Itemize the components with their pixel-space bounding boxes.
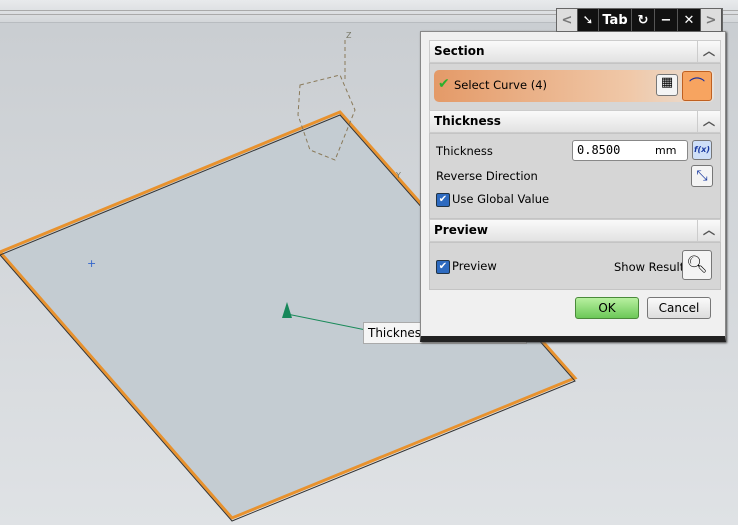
use-global-value-checkbox[interactable]: ✔ Use Global Value [436, 192, 549, 207]
section-title: Section [434, 44, 485, 58]
fx-icon: f(x) [694, 145, 710, 154]
reverse-direction-label: Reverse Direction [436, 169, 538, 183]
preview-label: Preview [452, 259, 497, 273]
use-global-value-label: Use Global Value [452, 192, 550, 206]
thicken-dialog: Section ︿ ✔ Select Curve (4) ▦ ⌒ Thicknes… [420, 31, 726, 342]
preview-title: Preview [434, 223, 489, 237]
chevron-left-icon[interactable]: < [557, 9, 578, 31]
preview-header[interactable]: Preview ︿ [429, 219, 721, 242]
arrow-down-right-icon[interactable]: ➘ [578, 9, 599, 31]
chevron-right-icon[interactable]: > [701, 9, 722, 31]
axis-z-label: Z [346, 31, 352, 40]
collapse-icon[interactable]: ︿ [697, 41, 720, 62]
thickness-input[interactable]: 0.8500 mm [572, 140, 688, 161]
cancel-button[interactable]: Cancel [647, 297, 711, 319]
section-header[interactable]: Section ︿ [429, 40, 721, 63]
ok-label: OK [598, 301, 616, 315]
formula-button[interactable]: f(x) [692, 140, 712, 160]
callout-label: Thickness [368, 326, 428, 340]
show-result-label: Show Result [614, 260, 685, 274]
select-curve-row[interactable]: ✔ Select Curve (4) ▦ ⌒ [434, 70, 714, 102]
thickness-unit: mm [655, 144, 677, 157]
dialog-tab-bar: < ➘ Tab ↻ − ✕ > [556, 8, 723, 32]
collapse-icon[interactable]: ︿ [697, 220, 720, 241]
thickness-header[interactable]: Thickness ︿ [429, 110, 721, 133]
thickness-label: Thickness [436, 144, 493, 158]
thickness-title: Thickness [434, 114, 501, 128]
minimize-icon[interactable]: − [655, 9, 678, 31]
select-curve-label: Select Curve (4) [454, 78, 548, 92]
tab-label: Tab [602, 12, 628, 28]
tab-button[interactable]: Tab [599, 9, 632, 31]
checkbox-checked-icon: ✔ [436, 192, 450, 207]
axis-y-label: Y [395, 171, 401, 180]
curve-rule-button[interactable]: ▦ [656, 74, 678, 96]
reverse-direction-button[interactable]: ⤡ [691, 165, 713, 187]
show-result-button[interactable]: 🔍︎ [682, 250, 712, 280]
check-icon: ✔ [438, 76, 450, 92]
preview-checkbox[interactable]: ✔ Preview [436, 259, 497, 274]
thickness-value: 0.8500 [577, 143, 621, 157]
origin-cross-icon: + [87, 257, 96, 270]
ok-button[interactable]: OK [575, 297, 639, 319]
checkbox-checked-icon: ✔ [436, 259, 450, 274]
select-curve-button[interactable]: ⌒ [682, 71, 712, 101]
close-icon[interactable]: ✕ [678, 9, 701, 31]
reset-icon[interactable]: ↻ [632, 9, 655, 31]
collapse-icon[interactable]: ︿ [697, 111, 720, 132]
cancel-label: Cancel [658, 301, 700, 315]
